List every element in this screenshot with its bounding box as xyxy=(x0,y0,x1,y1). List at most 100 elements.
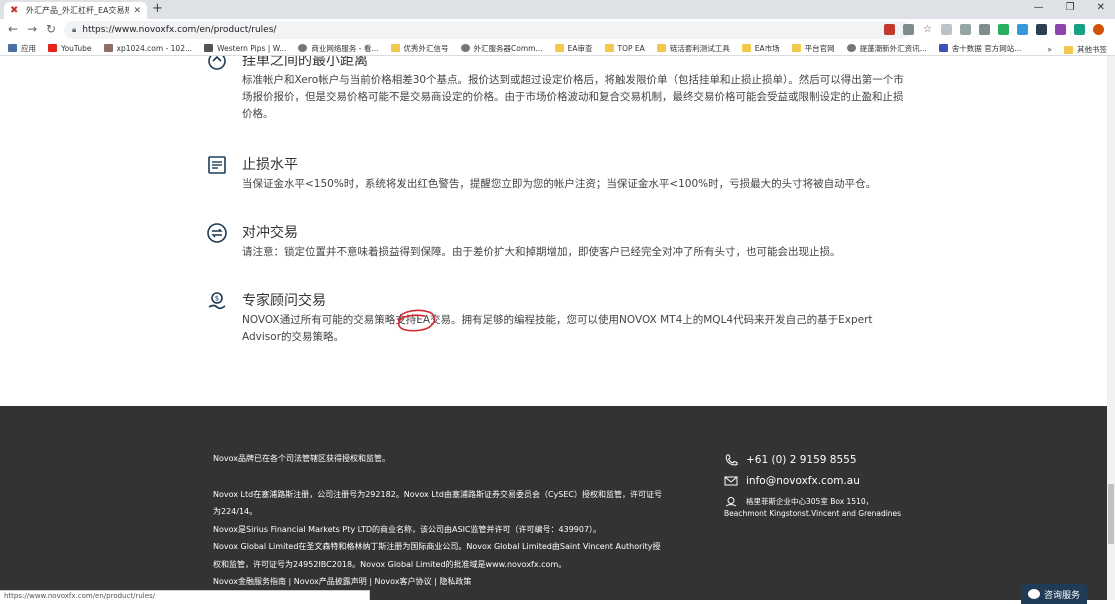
apps-grid-icon xyxy=(8,44,17,52)
extension-icon[interactable] xyxy=(1055,24,1066,35)
document-list-icon xyxy=(208,156,226,174)
feature-description: 当保证金水平<150%时，系统将发出红色警告，提醒您立即为您的帐户注资；当保证金… xyxy=(242,178,877,190)
site-favicon-icon: ✖ xyxy=(10,4,19,16)
folder-icon xyxy=(390,44,400,52)
minimize-icon[interactable]: — xyxy=(1034,2,1044,13)
bookmark-folder[interactable]: 平台官网 xyxy=(791,43,835,54)
bookmark-folder[interactable]: 链活套利测试工具 xyxy=(656,43,730,54)
youtube-icon xyxy=(48,44,57,52)
extension-icon[interactable] xyxy=(960,24,971,35)
bookmark-item[interactable]: 外汇服务器Comm... xyxy=(460,43,543,54)
feature-description: 标准帐户和Xero帐户与当前价格相差30个基点。报价达到或超过设定价格后，将触发… xyxy=(242,74,904,120)
chat-label: 咨询服务 xyxy=(1043,590,1080,601)
back-icon[interactable]: ← xyxy=(8,22,18,36)
bookmark-item[interactable]: 提蓬潮新外汇资讯... xyxy=(846,43,927,54)
mail-icon xyxy=(724,476,738,486)
globe-icon xyxy=(460,44,470,52)
bookmark-item[interactable]: Western Pips | W... xyxy=(204,44,286,53)
extension-icon[interactable] xyxy=(884,24,895,35)
extension-icon[interactable] xyxy=(998,24,1009,35)
email-address: info@novoxfx.com.au xyxy=(746,475,860,487)
lock-icon: 🔒︎ xyxy=(72,25,77,34)
address-url: https://www.novoxfx.com/en/product/rules… xyxy=(82,25,277,35)
reload-icon[interactable]: ↻ xyxy=(46,22,56,36)
contact-address: 格里菲斯企业中心305室 Box 1510， Beachmont Kingsto… xyxy=(724,496,901,520)
bookmark-folder[interactable]: TOP EA xyxy=(604,44,645,53)
phone-number: +61 (0) 2 9159 8555 xyxy=(746,454,857,466)
restore-icon[interactable]: ❐ xyxy=(1066,2,1075,13)
footer-legal: Novox品牌已在各个司法管辖区获得授权和监管。 Novox Ltd在塞浦路斯注… xyxy=(213,450,663,591)
address-line: 格里菲斯企业中心305室 Box 1510， xyxy=(746,497,874,506)
browser-tab-active[interactable]: ✖ 外汇产品_外汇杠杆_EA交易规则_ ✕ xyxy=(4,2,147,19)
folder-icon xyxy=(604,44,614,52)
contact-email[interactable]: info@novoxfx.com.au xyxy=(724,475,901,487)
folder-icon xyxy=(791,44,801,52)
site-icon xyxy=(204,44,214,52)
site-icon xyxy=(103,44,113,52)
bookmark-item[interactable]: 商业网络服务 - 看... xyxy=(298,43,379,54)
page-scrollbar[interactable] xyxy=(1107,56,1115,600)
money-hand-icon: $ xyxy=(208,292,226,310)
bookmarks-more-icon[interactable]: » xyxy=(1047,45,1052,54)
svg-text:$: $ xyxy=(215,295,219,303)
page-content: 挂单之间的最小距离 标准帐户和Xero帐户与当前价格相差30个基点。报价达到或超… xyxy=(0,56,1107,406)
extension-icon[interactable] xyxy=(1017,24,1028,35)
extension-icon[interactable] xyxy=(1074,24,1085,35)
address-line: Beachmont Kingstonst.Vincent and Grenadi… xyxy=(724,509,902,518)
site-icon xyxy=(938,44,948,52)
contact-phone[interactable]: +61 (0) 2 9159 8555 xyxy=(724,454,901,466)
extension-icon[interactable] xyxy=(1036,24,1047,35)
bookmark-item[interactable]: 舍十数据 官方网站... xyxy=(938,43,1021,54)
window-controls: — ❐ ✕ xyxy=(1034,2,1105,13)
folder-icon xyxy=(554,44,564,52)
distance-icon xyxy=(208,56,226,70)
chat-service-button[interactable]: 咨询服务 xyxy=(1021,584,1087,604)
other-bookmarks[interactable]: 其他书签 xyxy=(1064,44,1107,55)
browser-toolbar: ← → ↻ 🔒︎ https://www.novoxfx.com/en/prod… xyxy=(0,19,1115,41)
globe-icon xyxy=(846,44,856,52)
phone-icon xyxy=(725,454,738,466)
translate-icon[interactable] xyxy=(903,24,914,35)
bookmark-folder[interactable]: EA市场 xyxy=(741,43,780,54)
bookmarks-bar: 应用 YouTube xp1024.com - 102... Western P… xyxy=(0,41,1115,56)
extension-icon[interactable] xyxy=(979,24,990,35)
bookmark-folder[interactable]: EA审查 xyxy=(554,43,593,54)
feature-title: 专家顾问交易 xyxy=(242,293,326,309)
feature-title: 止损水平 xyxy=(242,157,298,173)
tab-close-icon[interactable]: ✕ xyxy=(133,6,141,16)
footer-text: Novox Global Limited在圣文森特和格林纳丁斯注册为国际商业公司… xyxy=(213,542,661,569)
bookmark-item[interactable]: YouTube xyxy=(48,44,92,53)
red-annotation-scribble xyxy=(398,309,436,332)
feature-title: 对冲交易 xyxy=(242,225,298,241)
star-icon[interactable]: ☆ xyxy=(922,24,933,35)
forward-icon[interactable]: → xyxy=(27,22,37,36)
address-bar[interactable]: 🔒︎ https://www.novoxfx.com/en/product/ru… xyxy=(64,21,910,39)
site-footer: Novox品牌已在各个司法管辖区获得授权和监管。 Novox Ltd在塞浦路斯注… xyxy=(0,406,1107,604)
scrollbar-thumb[interactable] xyxy=(1108,484,1114,544)
feature-description: NOVOX通过所有可能的交易策略支持EA交易。拥有足够的编程技能，您可以使用NO… xyxy=(242,314,873,343)
feature-title: 挂单之间的最小距离 xyxy=(242,56,368,69)
bookmark-item[interactable]: xp1024.com - 102... xyxy=(103,44,192,53)
chat-bubble-icon xyxy=(1027,589,1040,599)
footer-links[interactable]: Novox金融服务指南 | Novox产品披露声明 | Novox客户协议 | … xyxy=(213,573,663,591)
tab-title: 外汇产品_外汇杠杆_EA交易规则_ xyxy=(26,6,130,15)
folder-icon xyxy=(656,44,666,52)
footer-contact: +61 (0) 2 9159 8555 info@novoxfx.com.au … xyxy=(724,454,901,529)
bookmark-folder[interactable]: 优秀外汇信号 xyxy=(390,43,449,54)
close-window-icon[interactable]: ✕ xyxy=(1097,2,1105,13)
new-tab-icon[interactable]: + xyxy=(152,1,163,16)
bookmarks-right: » 其他书签 xyxy=(1047,44,1107,55)
feature-description: 请注意：锁定位置并不意味着损益得到保障。由于差价扩大和掉期增加，即使客户已经完全… xyxy=(242,246,841,258)
folder-icon xyxy=(1064,45,1073,54)
status-bar-url: https://www.novoxfx.com/en/product/rules… xyxy=(0,590,370,600)
bookmark-item[interactable]: 应用 xyxy=(8,43,36,54)
browser-menu-icon[interactable]: ⋮ xyxy=(1094,23,1105,36)
globe-icon xyxy=(298,44,308,52)
footer-text: Novox品牌已在各个司法管辖区获得授权和监管。 xyxy=(213,454,390,463)
extension-icon[interactable] xyxy=(941,24,952,35)
folder-icon xyxy=(741,44,751,52)
footer-text: Novox是Sirius Financial Markets Pty LTD的商… xyxy=(213,524,602,534)
exchange-arrows-icon xyxy=(207,223,227,243)
browser-tabstrip: ✖ 外汇产品_外汇杠杆_EA交易规则_ ✕ + — ❐ ✕ xyxy=(0,0,1115,19)
extension-icons: ☆ xyxy=(884,24,1104,35)
